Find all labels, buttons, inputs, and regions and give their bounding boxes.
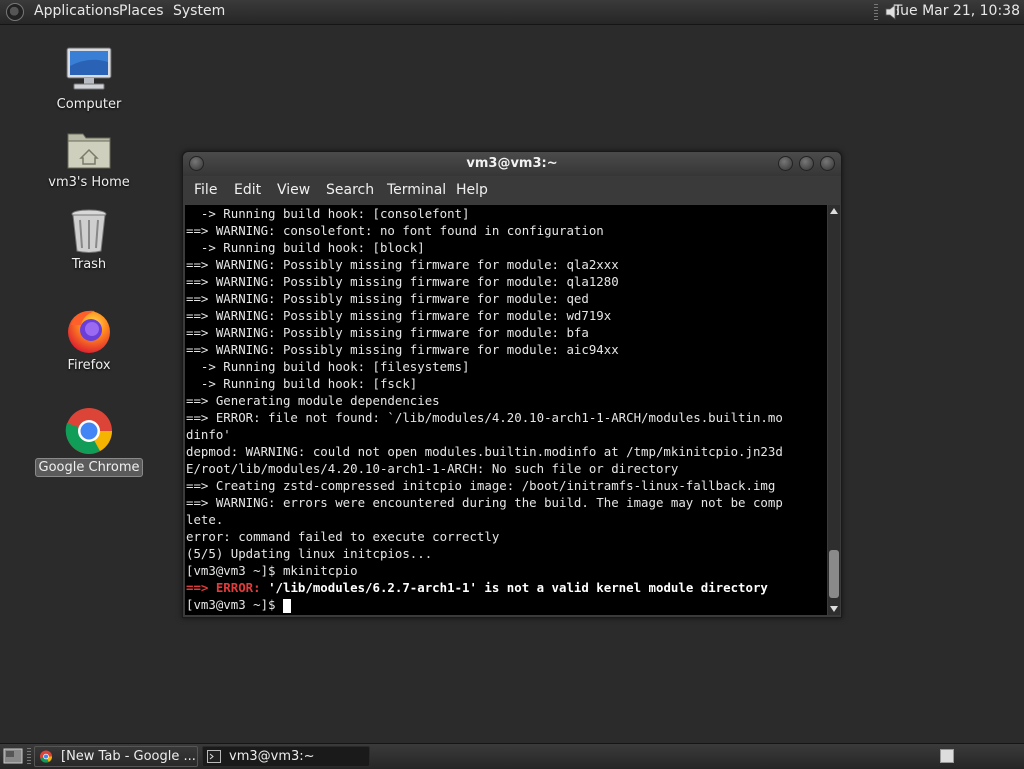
taskbar-item-label: [New Tab - Google ... — [61, 749, 196, 764]
terminal-line: dinfo' — [186, 427, 231, 442]
terminal-error-line: ==> ERROR: '/lib/modules/6.2.7-arch1-1' … — [185, 579, 827, 596]
desktop-icon-label: Google Chrome — [34, 458, 144, 477]
workspace-switcher[interactable] — [940, 749, 954, 763]
close-button[interactable] — [820, 156, 835, 171]
terminal-line: ==> WARNING: consolefont: no font found … — [186, 223, 604, 238]
home-folder-icon — [67, 133, 111, 169]
distro-logo-icon[interactable] — [6, 3, 24, 21]
menu-help[interactable]: Help — [456, 182, 488, 198]
computer-icon — [66, 47, 112, 90]
desktop-icon-chrome[interactable]: Google Chrome — [34, 406, 144, 477]
terminal-window[interactable]: vm3@vm3:~ File Edit View Search Terminal… — [182, 151, 842, 618]
desktop-icon-label: Trash — [71, 257, 107, 272]
menu-search[interactable]: Search — [326, 182, 374, 198]
terminal-line: (5/5) Updating linux initcpios... — [186, 546, 433, 561]
window-menu-button[interactable] — [189, 156, 204, 171]
panel-separator — [27, 748, 31, 764]
terminal-prompt-line[interactable]: [vm3@vm3 ~]$ — [185, 596, 827, 613]
taskbar-item-terminal[interactable]: vm3@vm3:~ — [202, 746, 370, 767]
chrome-icon — [65, 408, 112, 454]
desktop-icon-firefox[interactable]: Firefox — [34, 307, 144, 374]
taskbar-item-chrome[interactable]: [New Tab - Google ... — [34, 746, 198, 767]
text-cursor — [282, 598, 291, 613]
prompt: [vm3@vm3 ~]$ — [186, 597, 283, 612]
terminal-line: -> Running build hook: [consolefont] — [186, 206, 470, 221]
desktop-icon-home[interactable]: vm3's Home — [34, 128, 144, 191]
terminal-line: error: command failed to execute correct… — [186, 529, 500, 544]
bottom-panel: [New Tab - Google ... vm3@vm3:~ — [0, 743, 1024, 769]
terminal-line: depmod: WARNING: could not open modules.… — [186, 444, 783, 459]
window-titlebar[interactable]: vm3@vm3:~ — [183, 152, 841, 176]
trash-icon — [71, 209, 107, 253]
taskbar-item-label: vm3@vm3:~ — [229, 749, 315, 764]
menu-applications[interactable]: Applications — [34, 3, 120, 19]
terminal-line: ==> WARNING: Possibly missing firmware f… — [186, 342, 619, 357]
terminal-line: [vm3@vm3 ~]$ mkinitcpio — [186, 563, 358, 578]
panel-separator — [874, 4, 878, 20]
maximize-button[interactable] — [799, 156, 814, 171]
terminal-line: -> Running build hook: [fsck] — [186, 376, 418, 391]
desktop-icon-label: Computer — [56, 97, 122, 112]
scrollbar-thumb[interactable] — [829, 550, 839, 598]
scroll-down-arrow-icon[interactable] — [830, 606, 838, 612]
desktop-icon-computer[interactable]: Computer — [34, 46, 144, 113]
terminal-line: ==> WARNING: Possibly missing firmware f… — [186, 308, 612, 323]
terminal-line: ==> ERROR: file not found: `/lib/modules… — [186, 410, 783, 425]
terminal-line: ==> WARNING: Possibly missing firmware f… — [186, 257, 619, 272]
desktop-icon-trash[interactable]: Trash — [34, 208, 144, 273]
terminal-line: -> Running build hook: [block] — [186, 240, 425, 255]
terminal-line: ==> Generating module dependencies — [186, 393, 440, 408]
menu-terminal[interactable]: Terminal — [387, 182, 446, 198]
terminal-line: ==> WARNING: errors were encountered dur… — [186, 495, 783, 510]
menu-places[interactable]: Places — [119, 3, 164, 19]
terminal-line: E/root/lib/modules/4.20.10-arch1-1-ARCH:… — [186, 461, 679, 476]
terminal-line: ==> WARNING: Possibly missing firmware f… — [186, 274, 619, 289]
menu-view[interactable]: View — [277, 182, 310, 198]
firefox-icon — [68, 310, 110, 353]
terminal-scrollbar[interactable] — [828, 205, 840, 615]
top-panel: Applications Places System Tue Mar 21, 1… — [0, 0, 1024, 25]
terminal-output[interactable]: -> Running build hook: [consolefont] ==> … — [185, 205, 827, 615]
terminal-line: ==> WARNING: Possibly missing firmware f… — [186, 325, 589, 340]
menu-edit[interactable]: Edit — [234, 182, 261, 198]
menu-system[interactable]: System — [173, 3, 225, 19]
error-prefix: ==> ERROR: — [186, 580, 261, 595]
window-title: vm3@vm3:~ — [466, 156, 558, 171]
desktop-icon-label: vm3's Home — [48, 175, 130, 190]
chrome-icon — [39, 750, 53, 763]
show-desktop-icon[interactable] — [3, 748, 23, 764]
terminal-line: ==> Creating zstd-compressed initcpio im… — [186, 478, 776, 493]
clock[interactable]: Tue Mar 21, 10:38 — [894, 3, 1020, 19]
minimize-button[interactable] — [778, 156, 793, 171]
terminal-menubar: File Edit View Search Terminal Help — [183, 177, 841, 204]
terminal-icon — [207, 750, 221, 763]
scroll-up-arrow-icon[interactable] — [830, 208, 838, 214]
menu-file[interactable]: File — [194, 182, 217, 198]
terminal-line: ==> WARNING: Possibly missing firmware f… — [186, 291, 589, 306]
terminal-line: -> Running build hook: [filesystems] — [186, 359, 470, 374]
error-message: '/lib/modules/6.2.7-arch1-1' is not a va… — [260, 580, 768, 595]
desktop-icon-label: Firefox — [67, 358, 111, 373]
terminal-line: lete. — [186, 512, 224, 527]
